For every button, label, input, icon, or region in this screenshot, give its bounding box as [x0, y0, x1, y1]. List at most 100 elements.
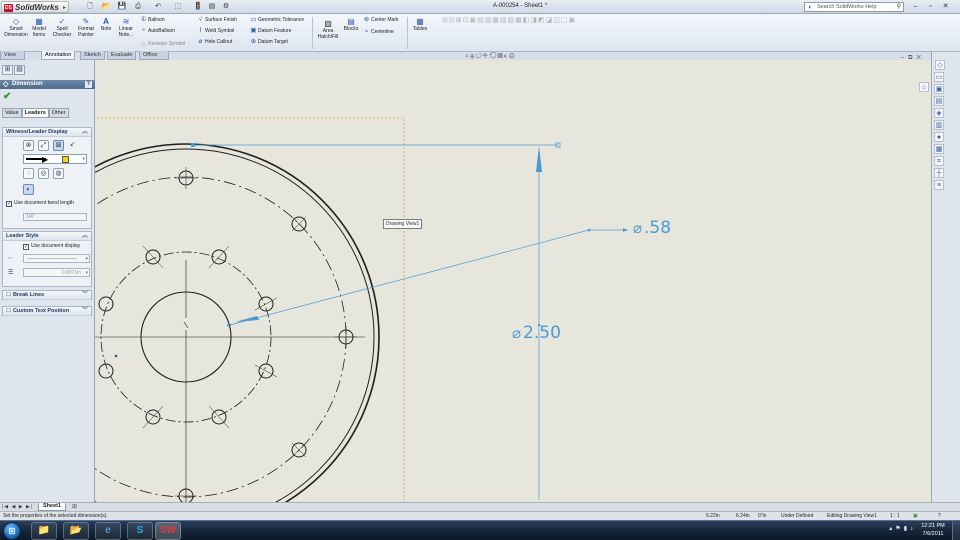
search-icon[interactable]: ⚲	[897, 3, 901, 12]
internet-explorer-icon[interactable]: e	[95, 522, 121, 540]
linear-leader-icon[interactable]: ◍	[53, 168, 64, 179]
weld-symbol-button[interactable]: ⌇ Weld Symbol	[196, 27, 234, 35]
hole-callout-button[interactable]: ⌀ Hole Callout	[196, 38, 233, 46]
view-palette-icon[interactable]: ▥	[934, 120, 944, 130]
status-scale[interactable]: 1 : 1	[890, 512, 900, 520]
save-icon[interactable]: 💾	[114, 2, 130, 12]
tab-office-products[interactable]: Office Products	[139, 51, 169, 67]
skype-icon[interactable]: S	[127, 522, 153, 540]
subtab-other[interactable]: Other	[48, 108, 69, 118]
flag-icon[interactable]: ⚑	[895, 526, 903, 532]
dimension-058[interactable]: ⌀ .58	[633, 218, 671, 238]
smart-arrows-icon[interactable]: ⊠	[53, 140, 64, 151]
status-icon[interactable]: ▣	[913, 512, 918, 520]
leader-bent-icon[interactable]: ↙	[67, 140, 78, 151]
start-button[interactable]: ⊞	[3, 522, 21, 540]
blocks-button[interactable]: ▤ Blocks	[343, 17, 359, 33]
arrows-inside-icon[interactable]: ⤢	[38, 140, 49, 151]
format-painter-button[interactable]: ✎ Format Painter	[75, 17, 97, 38]
subtab-leaders[interactable]: Leaders	[21, 108, 49, 118]
subtab-value[interactable]: Value	[2, 108, 22, 118]
view-boundary[interactable]	[95, 117, 405, 502]
diameter-leader-icon[interactable]: ◎	[38, 168, 49, 179]
drawing-canvas[interactable]: ⌕⊕↺✥⟲▦◐⚙ –⧉✕ Drawing View1 ⌀ .58 ⌀ 2.50	[95, 53, 931, 502]
select-icon[interactable]: ⬚	[170, 2, 186, 12]
open-icon[interactable]: 📂	[98, 2, 114, 12]
revision-symbol-button[interactable]: △ Revision Symbol	[139, 40, 185, 48]
datum-target-button[interactable]: ⊕ Datum Target	[249, 38, 288, 46]
help-icon[interactable]: ?	[938, 512, 941, 520]
line-thickness-value: 0.0071in	[61, 270, 81, 276]
dimension-250[interactable]: ⌀ 2.50	[512, 323, 561, 343]
sketch-icon[interactable]: ⌗	[934, 156, 944, 166]
sheet-nav-arrows[interactable]: |◀ ◀ ▶ ▶|	[2, 503, 33, 511]
autoballoon-button[interactable]: ⚬ AutoBalloon	[139, 27, 175, 35]
linear-note-button[interactable]: ≋ Linear Note...	[115, 17, 137, 38]
witness-leader-header[interactable]: Witness/Leader Display ︽	[3, 128, 91, 137]
undo-icon[interactable]: ↶	[150, 2, 166, 12]
media-icon[interactable]: 📂	[63, 522, 89, 540]
custom-text-position-header[interactable]: ☐ Custom Text Position ︾	[3, 307, 91, 316]
property-manager-icon[interactable]: ▤	[14, 65, 25, 75]
model-items-button[interactable]: ▦ Model Items	[30, 17, 48, 38]
balloon-button[interactable]: ① Balloon	[139, 16, 165, 24]
show-desktop-button[interactable]	[952, 521, 960, 540]
minimize-icon[interactable]: –	[911, 2, 920, 11]
smart-dimension-icon[interactable]: ◇	[935, 60, 945, 70]
area-hatch-button[interactable]: ▨ Area Hatch/Fill	[315, 19, 341, 40]
line-style-select[interactable]: ▾	[23, 254, 90, 263]
centerline-button[interactable]: ⌁ Centerline	[362, 28, 394, 36]
centerline-icon[interactable]: ┼	[934, 168, 944, 178]
datum-feature-button[interactable]: ▣Datum Feature	[249, 27, 291, 35]
explorer-icon[interactable]: 📁	[31, 522, 57, 540]
display-style-icon[interactable]: ⚙	[509, 53, 516, 60]
solidworks-taskbar-icon[interactable]: SW	[155, 522, 181, 540]
ok-check-icon[interactable]: ✔	[3, 91, 11, 102]
break-lines-header[interactable]: ☐ Break Lines ︾	[3, 291, 91, 300]
tables-button[interactable]: ▦ Tables	[410, 17, 430, 33]
arrow-style-select[interactable]: ▶ ▾	[23, 154, 87, 164]
surface-finish-button[interactable]: √ Surface Finish	[196, 16, 237, 24]
tab-annotation[interactable]: Annotation	[41, 51, 76, 60]
spell-checker-button[interactable]: ✓ Spell Checker	[52, 17, 72, 38]
radial-leader-icon[interactable]: ◌	[23, 168, 34, 179]
add-sheet-icon[interactable]: ⊞	[72, 503, 77, 511]
drawing-svg	[95, 117, 628, 502]
options-icon[interactable]: ⚙	[218, 2, 234, 12]
sheet-tab[interactable]: Sheet1	[38, 503, 67, 511]
help-button[interactable]: ?	[85, 81, 92, 88]
appearances-icon[interactable]: ●	[934, 132, 944, 142]
line-thickness-select[interactable]: 0.0071in ▾	[23, 268, 90, 277]
note-icon[interactable]: ≡	[934, 180, 944, 190]
view-icon[interactable]: ▭	[934, 72, 944, 82]
smart-dimension-button[interactable]: ◇ Smart Dimension	[2, 17, 30, 38]
note-button[interactable]: A Note	[99, 17, 113, 33]
dimension-graphics[interactable]	[191, 142, 628, 500]
use-bend-length-checkbox[interactable]: ✓ Use document bend length	[6, 200, 74, 207]
design-library-icon[interactable]: ▣	[934, 84, 944, 94]
new-icon[interactable]: 🗋	[82, 2, 98, 12]
close-icon[interactable]: ✕	[941, 2, 950, 11]
clock-time: 12:21 PM	[921, 523, 945, 529]
custom-properties-icon[interactable]: ▦	[934, 144, 944, 154]
center-mark-button[interactable]: ⊕ Center Mark	[362, 16, 399, 24]
note-label: Note	[100, 26, 112, 32]
search-results-icon[interactable]: ◈	[934, 108, 944, 118]
print-icon[interactable]: ⎙	[130, 2, 146, 12]
tab-view-layout[interactable]: View Layout	[0, 51, 25, 67]
tab-evaluate[interactable]: Evaluate	[107, 51, 137, 60]
tab-sketch[interactable]: Sketch	[80, 51, 105, 60]
geometric-tolerance-button[interactable]: ▭Geometric Tolerance	[249, 16, 304, 24]
arrows-outside-icon[interactable]: ⊗	[23, 140, 34, 151]
foreshorten-icon[interactable]: ◐	[23, 184, 34, 195]
resources-icon[interactable]: ⌂	[919, 82, 929, 92]
maximize-icon[interactable]: ▫	[926, 2, 935, 11]
clock[interactable]: 12:21 PM 7/6/2011	[916, 523, 950, 538]
file-explorer-icon[interactable]: ▤	[934, 96, 944, 106]
help-search-input[interactable]: ◑ Search SolidWorks Help ⚲	[804, 2, 904, 12]
bend-length-field[interactable]: 1/4"	[23, 213, 87, 221]
leader-style-header[interactable]: Leader Style ︽	[3, 232, 91, 241]
solidworks-logo-menu[interactable]: DS SolidWorks ▸	[1, 1, 69, 13]
feature-manager-icon[interactable]: ⊞	[2, 65, 13, 75]
use-doc-display-checkbox[interactable]: ✓ Use document display	[23, 243, 80, 250]
